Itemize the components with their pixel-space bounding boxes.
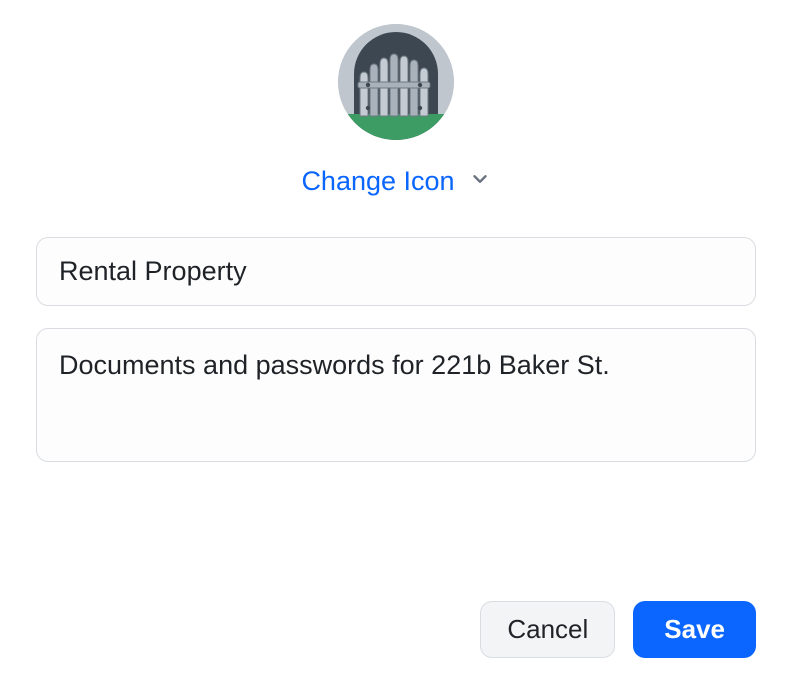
name-input[interactable] xyxy=(36,237,756,306)
icon-section: Change Icon xyxy=(36,24,756,201)
cancel-button[interactable]: Cancel xyxy=(480,601,615,658)
vault-icon[interactable] xyxy=(338,24,454,140)
dialog-actions: Cancel Save xyxy=(480,601,756,658)
chevron-down-icon xyxy=(469,166,491,197)
change-icon-button[interactable]: Change Icon xyxy=(297,162,494,201)
gate-icon xyxy=(338,24,454,140)
save-button[interactable]: Save xyxy=(633,601,756,658)
description-input[interactable] xyxy=(36,328,756,462)
change-icon-label: Change Icon xyxy=(301,166,454,197)
